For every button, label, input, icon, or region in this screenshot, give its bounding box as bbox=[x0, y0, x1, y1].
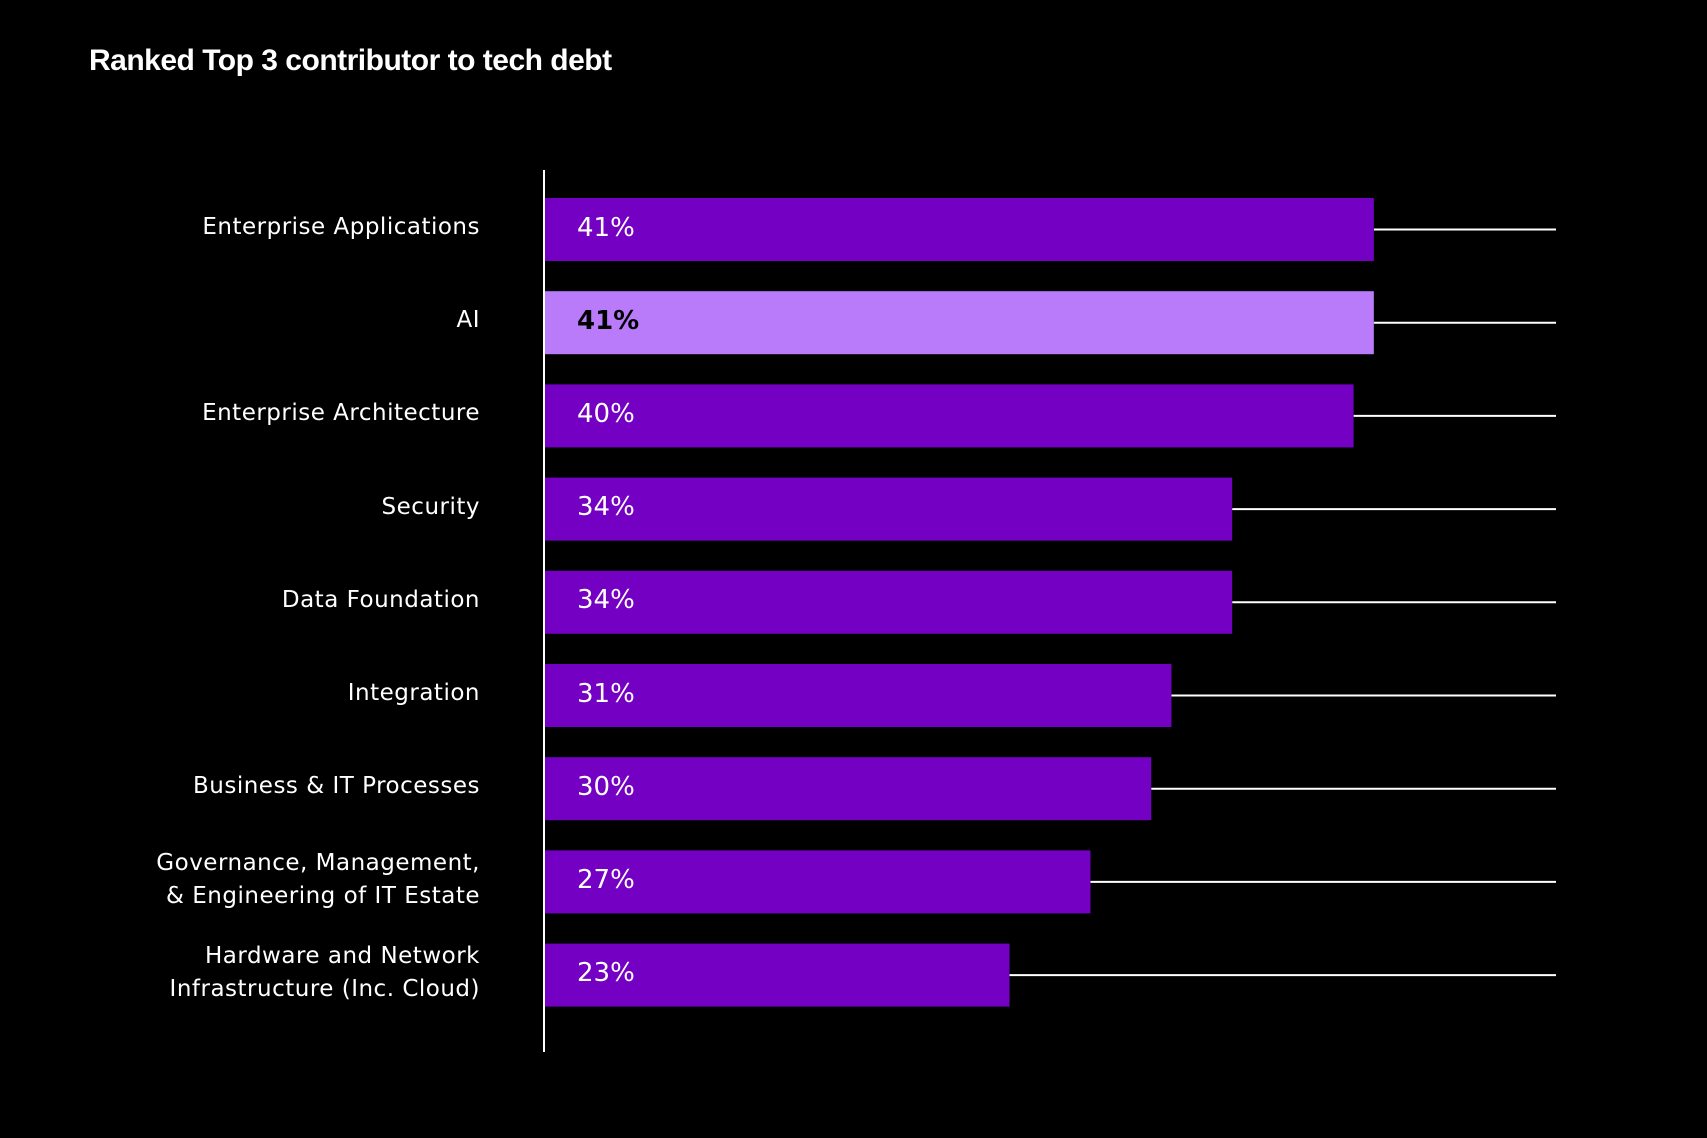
data-label: 40% bbox=[577, 398, 635, 429]
data-label: 27% bbox=[577, 864, 635, 895]
category-label: AI bbox=[456, 307, 480, 334]
bar bbox=[544, 198, 1374, 261]
bar bbox=[544, 570, 1233, 634]
bar bbox=[544, 384, 1354, 448]
category-label: Hardware and Network Infrastructure (Inc.… bbox=[169, 943, 480, 1003]
category-label: Integration bbox=[347, 680, 480, 706]
category-label: Business & IT Processes bbox=[192, 773, 480, 800]
bar bbox=[544, 477, 1233, 541]
data-label: 34% bbox=[577, 585, 635, 616]
category-label: Enterprise Architecture bbox=[202, 400, 480, 427]
category-label: Security bbox=[381, 493, 480, 520]
data-label: 34% bbox=[577, 492, 635, 523]
data-label: 41% bbox=[577, 212, 635, 243]
data-label: 23% bbox=[577, 958, 635, 989]
bar bbox=[544, 757, 1152, 821]
category-label: Governance, Management, & Engineering of … bbox=[156, 849, 480, 909]
bar bbox=[544, 291, 1374, 355]
data-label: 31% bbox=[577, 678, 635, 709]
category-label: Data Foundation bbox=[281, 586, 480, 613]
data-label: 30% bbox=[577, 771, 635, 802]
category-label: Enterprise Applications bbox=[202, 214, 480, 240]
bar bbox=[544, 664, 1172, 727]
data-label: 41% bbox=[577, 305, 640, 336]
